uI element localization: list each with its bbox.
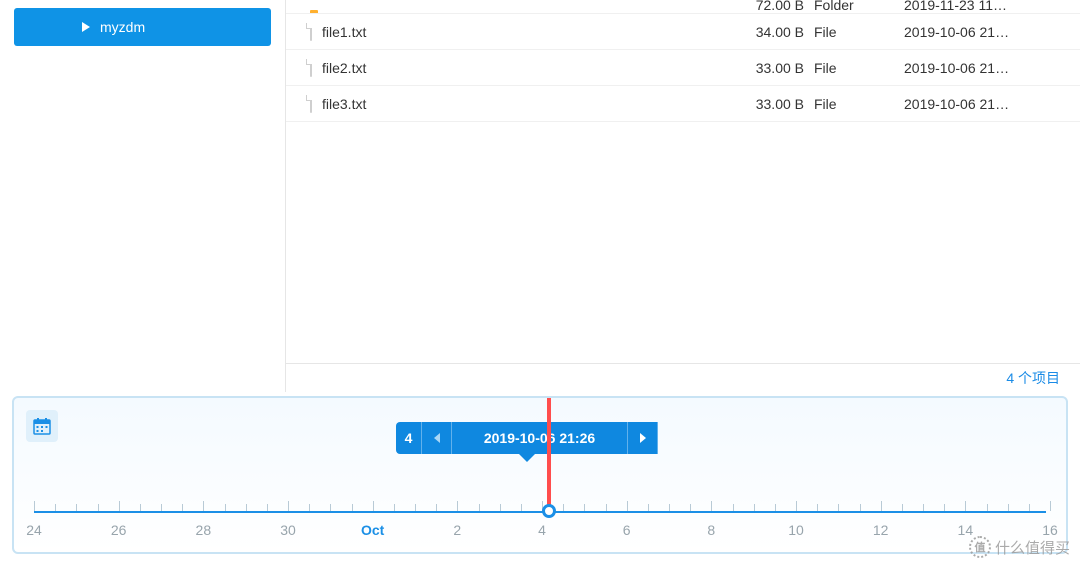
ruler-label: 8 — [707, 522, 715, 538]
ruler-label: 26 — [111, 522, 127, 538]
ruler-baseline — [34, 511, 1046, 513]
ruler-label: 2 — [453, 522, 461, 538]
sidebar: myzdm — [0, 0, 285, 392]
file-date: 2019-10-06 21… — [904, 60, 1064, 76]
table-row[interactable]: file3.txt 33.00 B File 2019-10-06 21… — [286, 86, 1080, 122]
ruler-ticks — [34, 499, 1046, 511]
triangle-right-icon — [638, 432, 648, 444]
calendar-icon — [32, 416, 52, 436]
snapshot-count-badge: 4 — [396, 422, 422, 454]
timeline-pill: 4 2019-10-06 21:26 — [396, 422, 658, 454]
file-size: 33.00 B — [728, 60, 814, 76]
timeline-marker-handle[interactable] — [542, 504, 556, 518]
ruler-label: 10 — [788, 522, 804, 538]
file-name: file2.txt — [322, 60, 728, 76]
file-date: 2019-10-06 21… — [904, 96, 1064, 112]
calendar-button[interactable] — [26, 410, 58, 442]
item-count: 4 个项目 — [1006, 368, 1060, 388]
file-type: File — [814, 60, 904, 76]
ruler-label: 4 — [538, 522, 546, 538]
next-snapshot-button[interactable] — [628, 422, 658, 454]
chevron-right-icon — [82, 22, 90, 32]
table-row[interactable]: file2.txt 33.00 B File 2019-10-06 21… — [286, 50, 1080, 86]
file-type: Folder — [814, 0, 904, 13]
timeline-panel: 4 2019-10-06 21:26 24262830Oct2468101214… — [12, 396, 1068, 554]
table-row[interactable]: file1.txt 34.00 B File 2019-10-06 21… — [286, 14, 1080, 50]
ruler-label: 28 — [196, 522, 212, 538]
table-row[interactable]: 72.00 B Folder 2019-11-23 11… — [286, 0, 1080, 14]
ruler-label: 24 — [26, 522, 42, 538]
file-icon — [310, 60, 312, 76]
file-size: 34.00 B — [728, 24, 814, 40]
triangle-left-icon — [432, 432, 442, 444]
file-name: file1.txt — [322, 24, 728, 40]
sidebar-item-myzdm[interactable]: myzdm — [14, 8, 271, 46]
content-panel: 72.00 B Folder 2019-11-23 11… file1.txt … — [285, 0, 1080, 392]
file-icon — [310, 96, 312, 112]
file-size: 33.00 B — [728, 96, 814, 112]
sidebar-item-label: myzdm — [100, 19, 145, 35]
ruler-label: 16 — [1042, 522, 1058, 538]
ruler-labels: 24262830Oct246810121416 — [34, 522, 1046, 542]
pill-pointer-icon — [519, 454, 535, 462]
file-date: 2019-10-06 21… — [904, 24, 1064, 40]
ruler-label: 6 — [623, 522, 631, 538]
prev-snapshot-button[interactable] — [422, 422, 452, 454]
timeline-ruler[interactable]: 24262830Oct246810121416 — [34, 508, 1046, 544]
file-list: 72.00 B Folder 2019-11-23 11… file1.txt … — [286, 0, 1080, 364]
file-type: File — [814, 24, 904, 40]
file-icon — [310, 24, 312, 40]
ruler-label: 30 — [280, 522, 296, 538]
file-date: 2019-11-23 11… — [904, 0, 1064, 13]
timeline-marker-line — [547, 398, 551, 511]
file-size: 72.00 B — [728, 0, 814, 13]
ruler-label: 12 — [873, 522, 889, 538]
ruler-label: Oct — [361, 522, 384, 538]
file-type: File — [814, 96, 904, 112]
file-name: file3.txt — [322, 96, 728, 112]
status-bar: 4 个项目 — [286, 364, 1080, 392]
ruler-label: 14 — [958, 522, 974, 538]
timeline-current-label: 2019-10-06 21:26 — [452, 422, 628, 454]
